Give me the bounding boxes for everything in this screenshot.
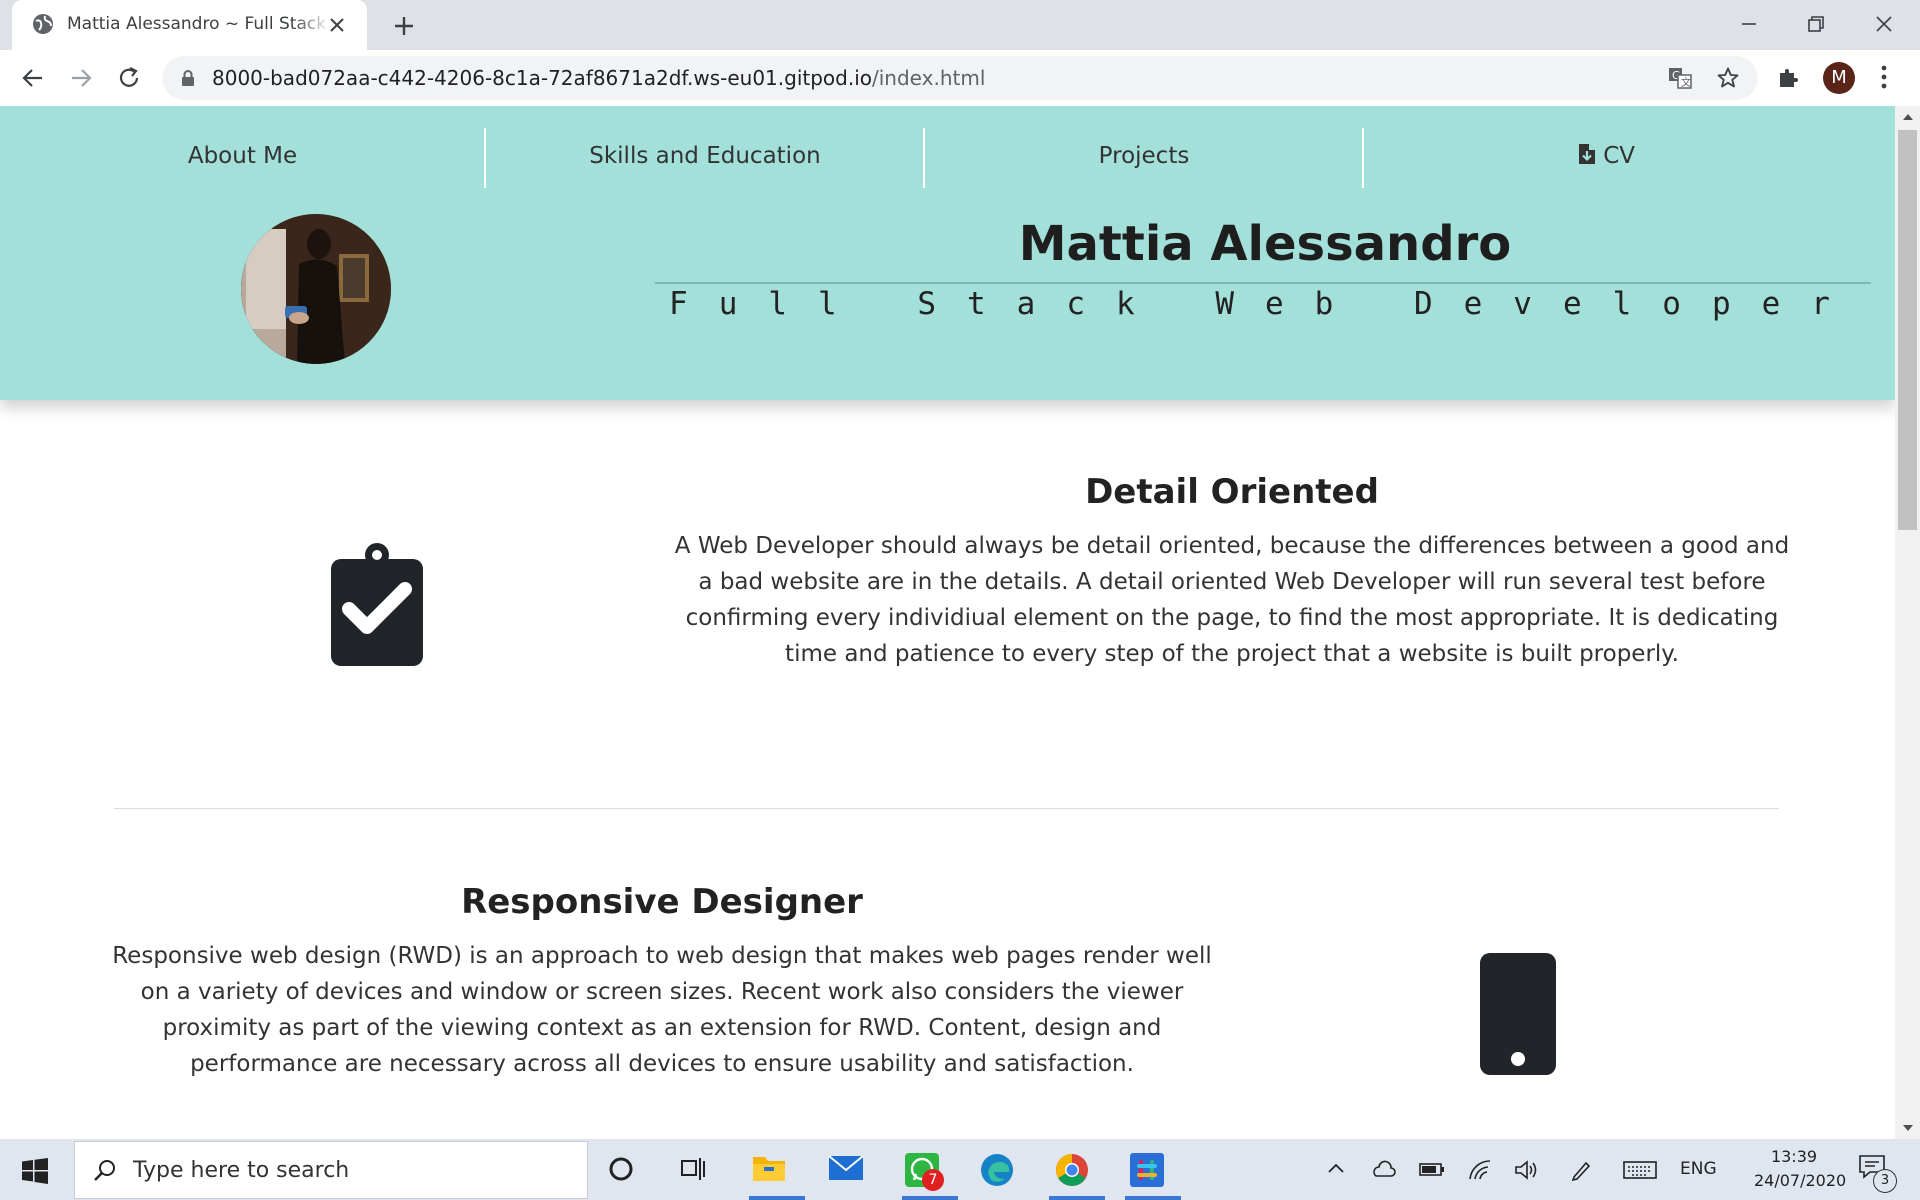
translate-icon[interactable]: G文 xyxy=(1668,67,1692,93)
browser-toolbar: 8000-bad072aa-c442-4206-8c1a-72af8671a2d… xyxy=(0,50,1920,107)
section-text: Responsive web design (RWD) is an approa… xyxy=(112,943,1212,1077)
new-tab-icon[interactable] xyxy=(392,14,416,42)
onedrive-cloud-icon[interactable] xyxy=(1370,1159,1396,1183)
page-scrollbar[interactable] xyxy=(1895,106,1920,1139)
slack-icon[interactable] xyxy=(1130,1153,1164,1191)
clock-time: 13:39 xyxy=(1770,1147,1818,1166)
profile-avatar[interactable]: M xyxy=(1823,62,1855,94)
scroll-thumb[interactable] xyxy=(1898,130,1917,530)
browser-tab[interactable]: Mattia Alessandro ~ Full Stack Web Devel… xyxy=(12,0,367,50)
show-hidden-icons-chevron-icon[interactable] xyxy=(1326,1159,1346,1183)
url-host: 8000-bad072aa-c442-4206-8c1a-72af8671a2d… xyxy=(212,66,872,90)
notification-count: 3 xyxy=(1873,1169,1897,1193)
minimize-icon[interactable] xyxy=(1737,12,1761,40)
nav-skills-education[interactable]: Skills and Education xyxy=(486,128,924,184)
touch-keyboard-icon[interactable] xyxy=(1623,1159,1657,1185)
clipboard-check-icon xyxy=(331,543,423,670)
scroll-up-arrow[interactable] xyxy=(1903,114,1913,120)
bookmark-star-icon[interactable] xyxy=(1716,66,1740,94)
name-underline xyxy=(655,282,1871,284)
active-indicator xyxy=(749,1196,805,1200)
tab-title: Mattia Alessandro ~ Full Stack Web Devel… xyxy=(67,14,332,34)
nav-cv-label: CV xyxy=(1603,143,1636,169)
battery-icon[interactable] xyxy=(1419,1159,1445,1183)
url-path: /index.html xyxy=(872,66,986,90)
section-title: Detail Oriented xyxy=(1085,472,1379,512)
chrome-icon[interactable] xyxy=(1055,1153,1089,1191)
active-indicator xyxy=(1049,1196,1105,1200)
address-bar[interactable]: 8000-bad072aa-c442-4206-8c1a-72af8671a2d… xyxy=(162,56,1758,100)
nav-cv[interactable]: CV xyxy=(1364,128,1849,184)
close-window-icon[interactable] xyxy=(1872,12,1896,40)
whatsapp-badge: 7 xyxy=(922,1169,944,1191)
taskbar-search[interactable]: Type here to search xyxy=(74,1141,588,1199)
task-view-icon[interactable] xyxy=(680,1156,708,1186)
globe-icon xyxy=(32,13,54,39)
reload-icon[interactable] xyxy=(116,65,142,95)
restore-icon[interactable] xyxy=(1804,12,1828,40)
nav-about-me[interactable]: About Me xyxy=(0,128,485,184)
windows-taskbar: Type here to search 7 ENG 13:39 24/07/20… xyxy=(0,1139,1920,1200)
section-title: Responsive Designer xyxy=(461,882,863,922)
volume-icon[interactable] xyxy=(1514,1159,1540,1185)
site-role: Full Stack Web Developer xyxy=(669,286,1861,322)
language-indicator[interactable]: ENG xyxy=(1680,1159,1717,1179)
extensions-puzzle-icon[interactable] xyxy=(1776,66,1800,94)
wifi-icon[interactable] xyxy=(1468,1159,1492,1185)
active-indicator xyxy=(902,1196,958,1200)
forward-icon[interactable] xyxy=(68,65,94,95)
url-text: 8000-bad072aa-c442-4206-8c1a-72af8671a2d… xyxy=(212,66,985,90)
section-text: A Web Developer should always be detail … xyxy=(674,533,1790,667)
site-name: Mattia Alessandro xyxy=(1018,216,1512,272)
active-indicator xyxy=(1125,1196,1181,1200)
profile-photo xyxy=(241,214,391,364)
menu-kebab-icon[interactable] xyxy=(1880,64,1888,94)
pen-workspace-icon[interactable] xyxy=(1570,1159,1592,1185)
clock-date: 24/07/2020 xyxy=(1754,1171,1847,1190)
edge-browser-icon[interactable] xyxy=(980,1153,1014,1191)
svg-text:文: 文 xyxy=(1681,76,1691,89)
mobile-phone-icon xyxy=(1480,953,1556,1079)
section-divider xyxy=(114,808,1779,809)
site-header: About Me Skills and Education Projects C… xyxy=(0,106,1895,400)
file-download-icon xyxy=(1578,130,1596,186)
cortana-icon[interactable] xyxy=(608,1156,634,1186)
search-icon xyxy=(93,1158,117,1186)
lock-icon[interactable] xyxy=(180,69,196,91)
scroll-down-arrow[interactable] xyxy=(1903,1125,1913,1131)
windows-start-icon[interactable] xyxy=(22,1158,48,1188)
search-placeholder: Type here to search xyxy=(133,1158,350,1183)
page-viewport: About Me Skills and Education Projects C… xyxy=(0,106,1895,1139)
mail-icon[interactable] xyxy=(828,1153,864,1187)
close-tab-icon[interactable] xyxy=(327,15,347,39)
clock[interactable]: 13:39 24/07/2020 xyxy=(1754,1145,1847,1193)
tab-strip: Mattia Alessandro ~ Full Stack Web Devel… xyxy=(0,0,1920,50)
back-icon[interactable] xyxy=(20,65,46,95)
nav-projects[interactable]: Projects xyxy=(925,128,1363,184)
file-explorer-icon[interactable] xyxy=(752,1153,786,1187)
